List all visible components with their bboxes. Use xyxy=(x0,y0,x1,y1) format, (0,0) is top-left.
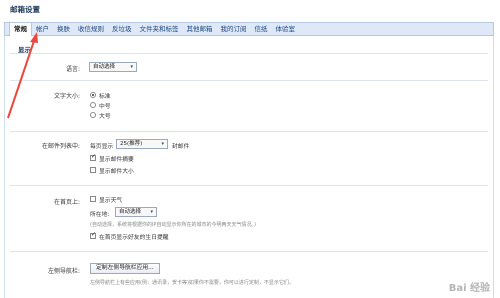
annotation-arrow-icon xyxy=(7,32,38,119)
watermark: Bai 经验 xyxy=(448,283,490,294)
